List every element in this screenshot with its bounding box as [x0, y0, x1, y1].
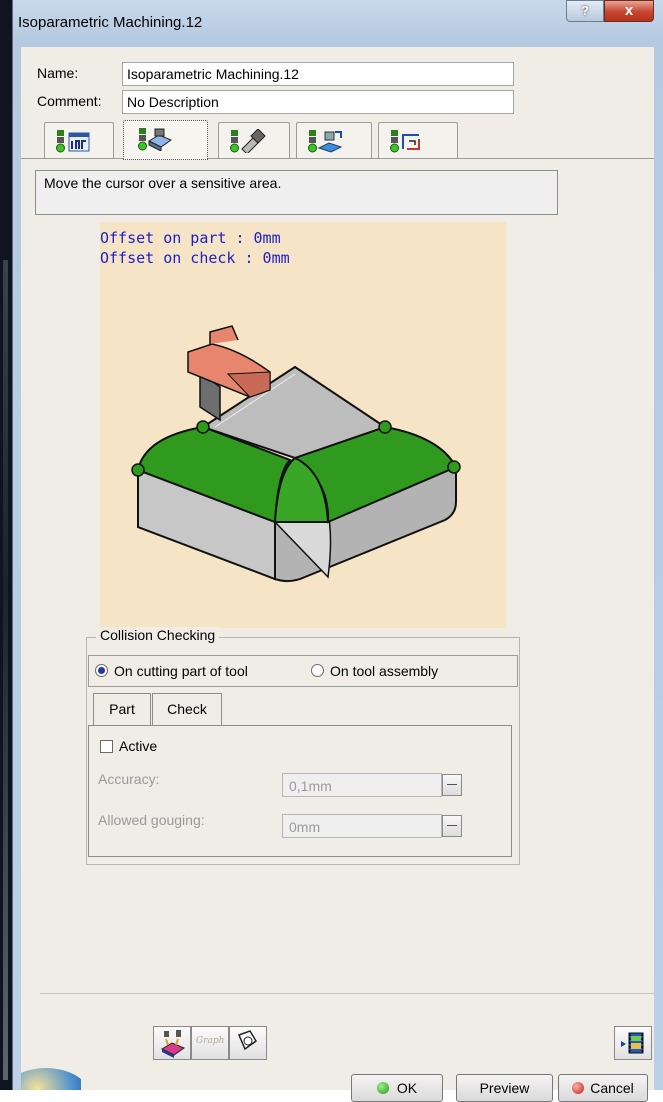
- accuracy-field[interactable]: 0,1mm: [282, 773, 442, 797]
- feeds-speeds-tab-icon: [308, 130, 343, 153]
- collision-checking-title: Collision Checking: [96, 627, 220, 643]
- graph-label: Graph: [196, 1036, 225, 1046]
- name-field[interactable]: Isoparametric Machining.12: [122, 62, 514, 86]
- strategy-tab-icon: [56, 130, 90, 153]
- comment-field[interactable]: No Description: [122, 90, 514, 114]
- start-orb-fragment: [21, 1058, 81, 1090]
- preview-button[interactable]: Preview: [456, 1074, 553, 1102]
- accuracy-label: Accuracy:: [98, 771, 160, 787]
- tab-strategy[interactable]: [44, 122, 114, 158]
- active-checkbox[interactable]: [100, 740, 113, 753]
- desktop-edge: [0, 0, 12, 1090]
- tool-assembly-label[interactable]: On tool assembly: [330, 663, 438, 679]
- tool-path-replay-icon: [160, 1030, 186, 1058]
- tool-path-replay-button[interactable]: [153, 1026, 191, 1060]
- tool-tab-icon: [230, 129, 266, 153]
- accuracy-spinner[interactable]: [442, 774, 462, 796]
- subtab-check[interactable]: Check: [152, 693, 222, 725]
- cancel-button[interactable]: Cancel: [558, 1074, 648, 1102]
- ok-label: OK: [396, 1080, 418, 1096]
- cutting-part-label[interactable]: On cutting part of tool: [114, 663, 248, 679]
- ok-button[interactable]: OK: [351, 1074, 443, 1102]
- tool-analysis-button[interactable]: [229, 1026, 267, 1060]
- geometry-diagram[interactable]: Offset on part : 0mm Offset on check : 0…: [100, 222, 506, 628]
- tab-strip-line: [21, 158, 654, 159]
- tool-analysis-icon: [237, 1030, 257, 1051]
- cancel-label: Cancel: [590, 1080, 634, 1096]
- macros-tab-icon: [390, 130, 420, 153]
- collision-option-row: On cutting part of tool On tool assembly: [88, 655, 518, 687]
- tab-feeds-speeds[interactable]: [296, 122, 372, 158]
- simulate-button[interactable]: [614, 1026, 652, 1060]
- graph-button[interactable]: Graph: [191, 1026, 229, 1060]
- allowed-gouging-spinner[interactable]: [442, 815, 462, 837]
- tool-assembly-radio[interactable]: [311, 664, 324, 677]
- cutting-part-radio[interactable]: [95, 664, 108, 677]
- ok-icon: [376, 1082, 389, 1094]
- status-message: Move the cursor over a sensitive area.: [35, 170, 558, 215]
- cancel-icon: [572, 1082, 585, 1094]
- comment-label: Comment:: [37, 93, 102, 109]
- close-button[interactable]: x: [604, 0, 654, 22]
- allowed-gouging-field[interactable]: 0mm: [282, 814, 442, 838]
- geometry-tab-icon: [138, 128, 173, 151]
- name-label: Name:: [37, 65, 79, 81]
- subtab-part[interactable]: Part: [93, 693, 151, 725]
- tab-macros[interactable]: [378, 122, 458, 158]
- allowed-gouging-label: Allowed gouging:: [98, 812, 205, 828]
- simulation-film-icon: [621, 1032, 644, 1054]
- window-title: Isoparametric Machining.12: [18, 14, 203, 31]
- active-label[interactable]: Active: [119, 738, 157, 754]
- bottom-separator: [40, 993, 654, 994]
- tab-tool[interactable]: [218, 122, 290, 158]
- tab-geometry[interactable]: [123, 120, 208, 160]
- part-illustration: [131, 325, 461, 583]
- help-button[interactable]: ?: [566, 0, 604, 22]
